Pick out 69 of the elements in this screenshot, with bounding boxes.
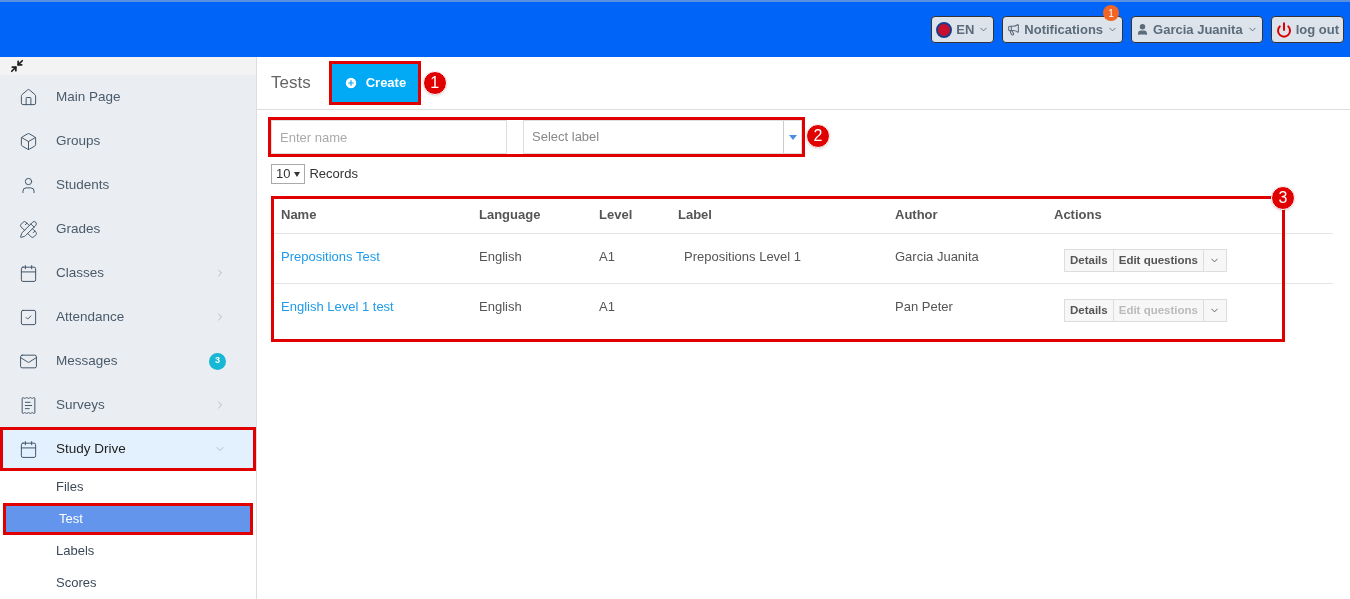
receipt-icon — [19, 395, 38, 415]
home-icon — [19, 87, 38, 107]
dropdown-button[interactable] — [1203, 249, 1227, 272]
submenu-item[interactable]: Scores — [0, 567, 256, 599]
sidebar-item[interactable]: Main Page — [0, 75, 256, 119]
records-select[interactable]: 10 — [271, 164, 306, 184]
caret-icon — [294, 171, 301, 177]
column-header: Language — [479, 206, 541, 222]
column-header: Author — [895, 206, 938, 222]
language-button[interactable]: EN — [931, 16, 995, 43]
page-title: Tests — [271, 72, 311, 95]
sidebar-item-label: Attendance — [56, 307, 126, 326]
sidebar-item[interactable]: Students — [0, 163, 256, 207]
megaphone-icon — [1007, 23, 1021, 36]
dropdown-button[interactable] — [1203, 299, 1227, 322]
table-cell: Prepositions Level 1 — [684, 249, 802, 264]
count-badge: 3 — [209, 352, 226, 370]
box-icon — [19, 131, 38, 151]
column-header: Name — [281, 206, 317, 222]
sidebar-item-label: Study Drive — [56, 439, 127, 458]
sidebar-item-label: Groups — [56, 131, 102, 150]
annotation-marker: 2 — [806, 124, 830, 148]
sidebar-item-label: Grades — [56, 219, 102, 238]
calendar-icon — [19, 439, 38, 459]
sidebar-item-label: Main Page — [56, 87, 122, 106]
sidebar-item-label: Surveys — [56, 395, 106, 414]
sidebar-item[interactable]: Attendance — [0, 295, 256, 339]
column-header: Level — [599, 206, 633, 222]
table-cell: Garcia Juanita — [895, 249, 979, 264]
submenu-item[interactable]: Labels — [0, 535, 256, 567]
annotation-marker: 3 — [1271, 186, 1295, 210]
pencil-ruler-icon — [19, 219, 38, 239]
sidebar-item[interactable]: Study Drive — [0, 427, 256, 471]
sidebar-item-label: Classes — [56, 263, 105, 282]
table-cell: Pan Peter — [895, 299, 953, 314]
details-button[interactable]: Details — [1064, 249, 1114, 272]
user-icon — [1136, 23, 1150, 36]
details-button[interactable]: Details — [1064, 299, 1114, 322]
sidebar-item[interactable]: Surveys — [0, 383, 256, 427]
submenu-item[interactable]: Files — [0, 471, 256, 503]
logout-button[interactable]: log out — [1270, 16, 1344, 43]
table-cell: English — [479, 299, 522, 314]
table-cell: A1 — [599, 249, 615, 264]
power-icon — [1275, 21, 1292, 38]
table-cell: English — [479, 249, 522, 264]
column-header: Label — [678, 206, 712, 222]
column-header: Actions — [1054, 206, 1102, 222]
sidebar-item-label: Students — [56, 175, 111, 194]
calendar-icon — [19, 263, 38, 283]
user-menu-button[interactable]: Garcia Juanita — [1131, 16, 1263, 43]
sidebar-item[interactable]: Grades — [0, 207, 256, 251]
table-cell: A1 — [599, 299, 615, 314]
checkbox-icon — [19, 307, 38, 327]
notification-badge: 1 — [1103, 5, 1120, 21]
person-icon — [19, 175, 38, 195]
notifications-button[interactable]: Notifications — [1002, 16, 1124, 43]
dropdown-arrow-icon — [788, 134, 797, 140]
collapse-icon[interactable] — [10, 59, 24, 73]
sidebar-item[interactable]: Classes — [0, 251, 256, 295]
annotation-marker: 1 — [422, 71, 447, 95]
plus-icon — [343, 76, 358, 90]
records-label: Records — [309, 165, 358, 184]
sidebar-item[interactable]: Groups — [0, 119, 256, 163]
sidebar-item[interactable]: Messages 3 — [0, 339, 256, 383]
flag-icon — [936, 21, 953, 38]
name-filter-field[interactable]: Enter name — [271, 120, 507, 154]
label-select[interactable]: Select label — [523, 120, 802, 154]
edit-questions-button[interactable]: Edit questions — [1113, 249, 1204, 272]
sidebar-item-label: Messages — [56, 351, 119, 370]
